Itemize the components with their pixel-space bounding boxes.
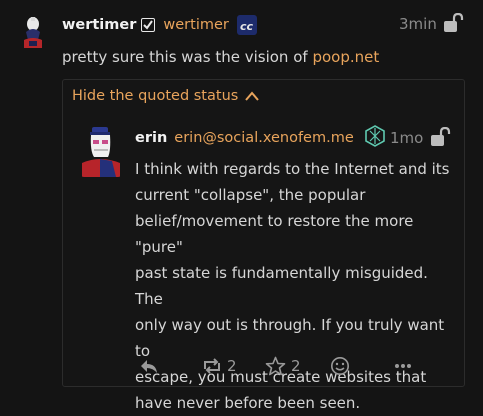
favorite-count: 2 [291, 357, 301, 375]
cc-badge-icon: cc [236, 15, 257, 35]
author-display-name[interactable]: wertimer [62, 17, 136, 33]
post-content: pretty sure this was the vision of poop.… [62, 44, 379, 70]
reply-button[interactable] [139, 357, 159, 375]
quote-content: I think with regards to the Internet and… [135, 156, 460, 416]
star-icon [265, 356, 286, 376]
repeat-button[interactable]: 2 [201, 357, 237, 375]
quote-author-handle[interactable]: erin@social.xenofem.me [174, 130, 353, 146]
svg-text:cc: cc [240, 20, 254, 33]
hide-quote-label: Hide the quoted status [72, 88, 239, 104]
emoji-react-button[interactable] [330, 356, 350, 376]
checkmark-badge-icon [141, 18, 156, 32]
hide-quote-toggle[interactable]: Hide the quoted status [72, 88, 260, 104]
more-button[interactable] [393, 361, 413, 371]
author-handle[interactable]: wertimer [163, 17, 228, 33]
quote-lock-open-icon [430, 127, 452, 147]
post-time[interactable]: 3min [399, 15, 437, 33]
quote-line: I think with regards to the Internet and… [135, 160, 450, 178]
lock-open-icon [443, 13, 465, 33]
post-link[interactable]: poop.net [312, 48, 379, 66]
repeat-icon [204, 358, 220, 374]
author-avatar[interactable] [18, 14, 48, 52]
quote-line: belief/movement to restore the more "pur… [135, 212, 414, 256]
chevron-up-icon [245, 91, 260, 101]
more-icon [395, 364, 411, 368]
favorite-button[interactable]: 2 [265, 356, 301, 376]
quote-author-display-name[interactable]: erin [135, 130, 167, 146]
post-header: wertimer wertimer cc [62, 14, 257, 36]
quote-time[interactable]: 1mo [390, 129, 423, 147]
hexagon-emblem-icon [364, 125, 386, 151]
emoji-react-icon [331, 357, 349, 375]
quote-header: erin erin@social.xenofem.me [135, 125, 386, 151]
quote-line: have never before been seen. [135, 394, 361, 412]
quote-line: current "collapse", the popular [135, 186, 366, 204]
post-text: pretty sure this was the vision of [62, 48, 313, 66]
quote-line: past state is fundamentally misguided. T… [135, 264, 428, 308]
reply-icon [141, 360, 157, 373]
repeat-count: 2 [227, 357, 237, 375]
quote-author-avatar[interactable] [80, 127, 122, 177]
